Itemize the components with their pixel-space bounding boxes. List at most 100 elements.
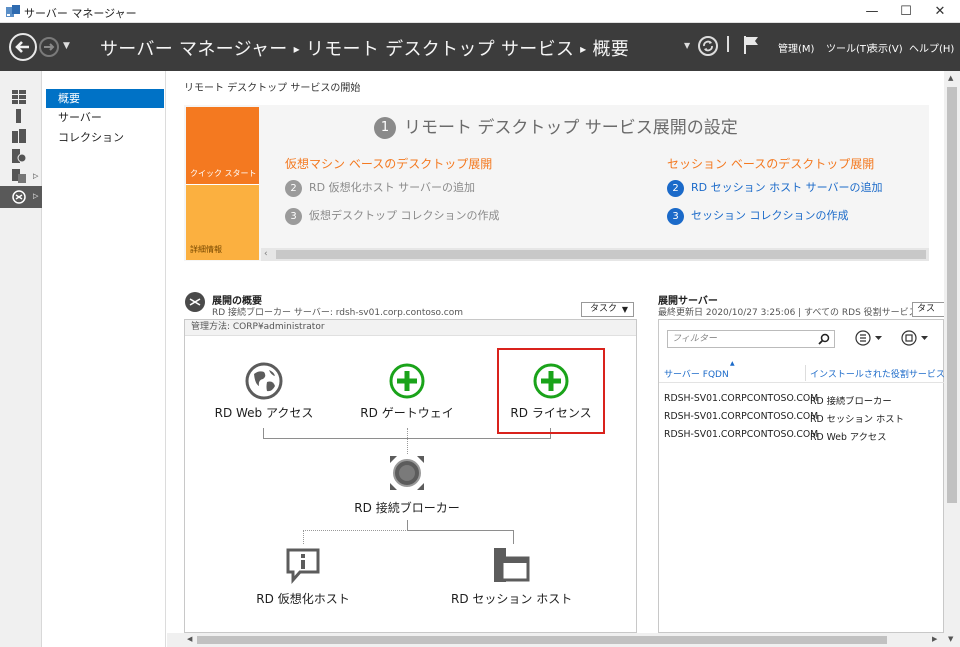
close-button[interactable]: ✕ xyxy=(924,0,956,23)
quick-start-panel: クイック スタート 詳細情報 1 リモート デスクトップ サービス展開の設定 仮想… xyxy=(184,105,929,261)
session-step-add-session-host[interactable]: 2 RD セッション ホスト サーバーの追加 xyxy=(667,179,883,197)
info-speech-icon xyxy=(286,548,320,584)
step-label: RD 仮想化ホスト サーバーの追加 xyxy=(309,181,475,194)
notifications-flag-icon[interactable] xyxy=(743,35,759,55)
step-number: 3 xyxy=(667,207,684,225)
menu-help[interactable]: ヘルプ(H) xyxy=(909,40,954,55)
managed-as-label: 管理方法: CORP¥administrator xyxy=(185,320,636,336)
history-dropdown-icon[interactable]: ▼ xyxy=(63,41,70,51)
nav-item-collections[interactable]: コレクション xyxy=(46,128,164,147)
menu-manage[interactable]: 管理(M) xyxy=(778,40,814,55)
forward-arrow-icon xyxy=(44,43,55,51)
search-icon xyxy=(818,333,830,345)
breadcrumb-separator-icon: ▸ xyxy=(293,42,300,56)
back-arrow-icon xyxy=(15,41,29,53)
maximize-button[interactable]: ☐ xyxy=(890,0,922,23)
icon-rail: ▷ ▷ xyxy=(0,71,42,647)
refresh-icon xyxy=(703,40,713,52)
cell-server-fqdn: RDSH-SV01.CORPCONTOSO.COM xyxy=(664,411,819,422)
step1-number: 1 xyxy=(374,117,396,139)
scroll-right-icon[interactable]: ▶ xyxy=(932,635,937,643)
deployment-overview-icon xyxy=(185,292,205,312)
filter-input[interactable]: フィルター xyxy=(667,330,835,348)
vertical-scrollbar[interactable]: ▲ ▼ xyxy=(944,71,960,647)
dashboard-icon[interactable] xyxy=(12,90,26,104)
connector-line xyxy=(303,530,304,544)
header-bar: ▼ サーバー マネージャー ▸ リモート デスクトップ サービス ▸ 概要 ▼ 管理(M… xyxy=(0,23,960,71)
refresh-button[interactable] xyxy=(698,36,718,56)
vm-deployment-title: 仮想マシン ベースのデスクトップ展開 xyxy=(285,157,493,171)
back-button[interactable] xyxy=(9,33,37,61)
vm-step-create-virtual-desktop-collection[interactable]: 3 仮想デスクトップ コレクションの作成 xyxy=(285,207,500,225)
connector-line xyxy=(303,530,408,531)
horizontal-scrollbar[interactable]: ◀ ▶ xyxy=(167,633,944,647)
step-label: 仮想デスクトップ コレクションの作成 xyxy=(309,209,500,222)
last-refreshed-text: 最終更新日 2020/10/27 3:25:06 | すべての RDS 役割サー… xyxy=(658,308,933,318)
nav-item-overview[interactable]: 概要 xyxy=(46,89,164,108)
scroll-left-icon[interactable]: ◀ xyxy=(187,635,192,643)
save-query-button[interactable] xyxy=(901,330,931,349)
menu-tools[interactable]: ツール(T) xyxy=(826,40,870,55)
cell-role: RD セッション ホスト xyxy=(810,414,904,425)
forward-button[interactable] xyxy=(39,37,59,57)
minimize-button[interactable]: — xyxy=(856,0,888,23)
session-step-create-session-collection[interactable]: 3 セッション コレクションの作成 xyxy=(667,207,849,225)
menu-view[interactable]: 表示(V) xyxy=(868,40,903,55)
all-servers-icon[interactable] xyxy=(12,129,26,143)
connector-line xyxy=(513,530,514,544)
step-label: セッション コレクションの作成 xyxy=(691,209,849,222)
expand-arrow-icon[interactable]: ▷ xyxy=(33,172,38,180)
sort-ascending-icon: ▲ xyxy=(730,360,735,367)
rail-item-remote-desktop-services[interactable]: ▷ xyxy=(0,186,42,208)
node-label: RD ゲートウェイ xyxy=(360,406,454,420)
step-label: RD セッション ホスト サーバーの追加 xyxy=(691,181,883,194)
cell-server-fqdn: RDSH-SV01.CORPCONTOSO.COM xyxy=(664,393,819,404)
view-options-button[interactable] xyxy=(855,330,885,349)
file-storage-icon[interactable] xyxy=(12,149,26,163)
overview-tasks-button[interactable]: タスク ▼ xyxy=(581,302,634,317)
details-tile[interactable]: 詳細情報 xyxy=(186,184,259,260)
header-divider xyxy=(727,36,729,52)
scroll-up-icon[interactable]: ▲ xyxy=(948,74,953,82)
scrollbar-thumb[interactable] xyxy=(276,250,926,259)
breadcrumb-remote-desktop-services[interactable]: リモート デスクトップ サービス xyxy=(306,39,574,60)
save-icon xyxy=(901,330,928,346)
scrollbar-thumb[interactable] xyxy=(947,87,957,503)
breadcrumb: サーバー マネージャー ▸ リモート デスクトップ サービス ▸ 概要 xyxy=(100,35,629,61)
column-header-installed-roles[interactable]: インストールされた役割サービス xyxy=(810,367,944,380)
local-server-icon[interactable] xyxy=(12,109,26,123)
expand-arrow-icon: ▷ xyxy=(33,192,39,200)
window-title: サーバー マネージャー xyxy=(24,7,137,20)
connector-line xyxy=(407,428,408,454)
refresh-dropdown-icon[interactable]: ▼ xyxy=(684,41,690,50)
connection-broker-icon xyxy=(390,456,424,490)
node-label: RD 接続ブローカー xyxy=(354,501,460,515)
nav-item-servers[interactable]: サーバー xyxy=(46,108,164,127)
step1-title[interactable]: リモート デスクトップ サービス展開の設定 xyxy=(404,118,738,138)
globe-icon xyxy=(245,362,283,400)
scroll-left-icon[interactable]: ‹ xyxy=(264,249,268,259)
quick-start-tile-label: クイック スタート xyxy=(190,169,257,178)
step-number: 3 xyxy=(285,207,302,225)
tasks-label: タスク xyxy=(590,304,618,314)
quick-start-section-title: リモート デスクトップ サービスの開始 xyxy=(184,83,361,94)
remote-desktop-services-icon xyxy=(12,190,26,204)
cell-role: RD 接続ブローカー xyxy=(810,396,892,407)
column-header-server-fqdn[interactable]: サーバー FQDN xyxy=(664,367,729,380)
scrollbar-thumb[interactable] xyxy=(197,636,887,644)
breadcrumb-server-manager[interactable]: サーバー マネージャー xyxy=(100,39,288,60)
column-separator xyxy=(805,365,806,381)
deployment-servers: 展開サーバー 最終更新日 2020/10/27 3:25:06 | すべての R… xyxy=(658,291,944,633)
session-deployment-title: セッション ベースのデスクトップ展開 xyxy=(667,157,875,171)
vm-step-add-virtualization-host[interactable]: 2 RD 仮想化ホスト サーバーの追加 xyxy=(285,179,475,197)
scroll-down-icon[interactable]: ▼ xyxy=(948,635,953,643)
servers-tasks-button[interactable]: タス xyxy=(912,302,944,317)
step1-heading: 1 リモート デスクトップ サービス展開の設定 xyxy=(374,113,738,139)
breadcrumb-overview: 概要 xyxy=(592,39,630,60)
quick-start-scrollbar[interactable]: ‹ xyxy=(261,248,929,261)
server-manager-app-icon xyxy=(6,5,20,17)
quick-start-tile[interactable]: クイック スタート xyxy=(186,107,259,184)
tasks-label: タス xyxy=(917,304,936,314)
filter-placeholder: フィルター xyxy=(672,334,717,344)
iis-icon[interactable] xyxy=(12,169,26,183)
